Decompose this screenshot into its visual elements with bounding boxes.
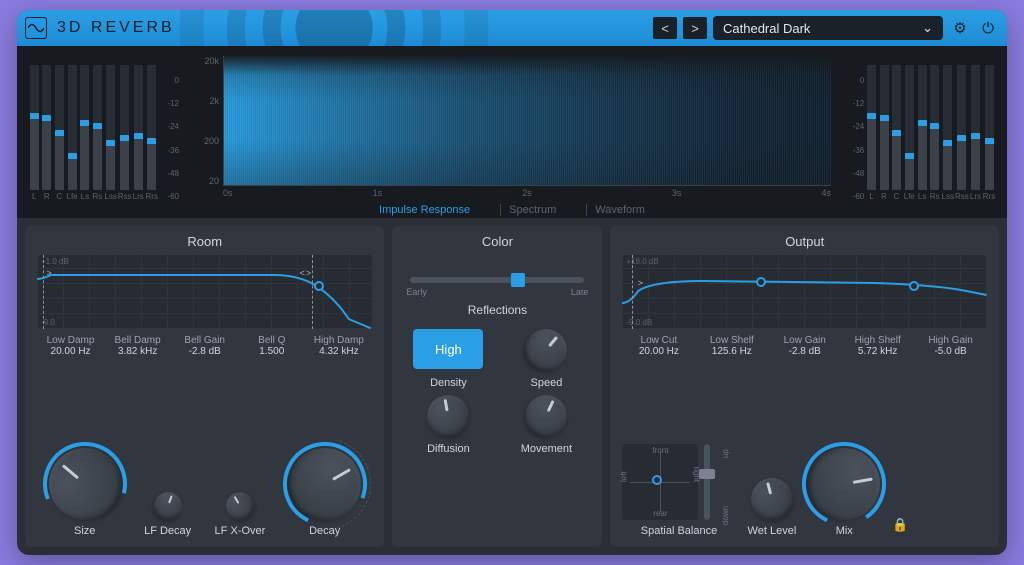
power-icon: ⏻ xyxy=(982,20,994,37)
power-button[interactable]: ⏻ xyxy=(977,17,999,39)
preset-next-button[interactable]: > xyxy=(683,17,707,39)
tab-impulse-response[interactable]: Impulse Response xyxy=(371,204,478,216)
param-low-cut[interactable]: Low Cut20.00 Hz xyxy=(622,335,695,357)
plugin-window: 3D REVERB < > Cathedral Dark ⌄ ⚙ ⏻ LRCLf… xyxy=(17,10,1007,555)
controls-area: Room +1.0 dB -9.0 > <> Low Damp20.00 HzB… xyxy=(17,218,1007,555)
meter-lrs: Lrs xyxy=(970,65,981,201)
size-knob[interactable] xyxy=(34,433,135,534)
meter-lfe: Lfe xyxy=(67,65,78,201)
meter-rs: Rs xyxy=(929,65,940,201)
output-handle-high[interactable] xyxy=(909,281,919,291)
param-low-shelf[interactable]: Low Shelf125.6 Hz xyxy=(695,335,768,357)
meter-rrs: Rrs xyxy=(146,65,158,201)
diffusion-label: Diffusion xyxy=(427,443,470,455)
lock-icon: 🔒 xyxy=(892,517,908,532)
gear-icon: ⚙ xyxy=(953,19,966,37)
meter-l: L xyxy=(29,65,40,201)
spectro-x-axis: 0s1s2s3s4s xyxy=(223,188,831,198)
diffusion-knob[interactable] xyxy=(424,392,473,441)
decay-label: Decay xyxy=(309,525,340,537)
param-low-damp[interactable]: Low Damp20.00 Hz xyxy=(37,335,104,357)
movement-label: Movement xyxy=(521,443,572,455)
header-bar: 3D REVERB < > Cathedral Dark ⌄ ⚙ ⏻ xyxy=(17,10,1007,46)
output-filter-graph[interactable]: +18.0 dB -9.0 dB > xyxy=(622,255,987,329)
wet-level-label: Wet Level xyxy=(748,525,797,537)
lf-decay-knob[interactable] xyxy=(150,488,186,524)
meter-c: C xyxy=(891,65,902,201)
param-high-shelf[interactable]: High Shelf5.72 kHz xyxy=(841,335,914,357)
lf-xover-label: LF X-Over xyxy=(215,525,266,537)
param-high-damp[interactable]: High Damp4.32 kHz xyxy=(305,335,372,357)
preset-name: Cathedral Dark xyxy=(723,21,810,36)
room-filter-graph[interactable]: +1.0 dB -9.0 > <> xyxy=(37,255,372,329)
reflections-high-button[interactable]: High xyxy=(413,329,483,369)
meter-lss: Lss xyxy=(105,65,117,201)
meter-r: R xyxy=(42,65,53,201)
room-graph-handle[interactable] xyxy=(314,281,324,291)
param-bell-damp[interactable]: Bell Damp3.82 kHz xyxy=(104,335,171,357)
meter-rss: Rss xyxy=(119,65,131,201)
early-label: Early xyxy=(406,287,427,297)
meter-ls: Ls xyxy=(917,65,928,201)
color-title: Color xyxy=(404,234,590,249)
meter-lrs: Lrs xyxy=(133,65,144,201)
logo-icon xyxy=(25,17,47,39)
mix-knob[interactable] xyxy=(803,442,886,525)
wet-level-knob[interactable] xyxy=(746,473,797,524)
speed-knob[interactable] xyxy=(517,320,576,379)
plugin-title: 3D REVERB xyxy=(57,19,175,37)
lf-xover-knob[interactable] xyxy=(221,487,259,525)
param-bell-q[interactable]: Bell Q1.500 xyxy=(238,335,305,357)
settings-button[interactable]: ⚙ xyxy=(949,17,971,39)
output-meters: 0-12-24-36-48-60LRCLfeLsRsLssRssLrsRrs xyxy=(845,56,995,201)
speed-label: Speed xyxy=(531,377,563,389)
movement-knob[interactable] xyxy=(519,388,575,444)
visualization-area: LRCLfeLsRsLssRssLrsRrs0-12-24-36-48-60 2… xyxy=(17,46,1007,218)
preset-dropdown[interactable]: Cathedral Dark ⌄ xyxy=(713,16,943,40)
meter-lss: Lss xyxy=(942,65,954,201)
room-panel: Room +1.0 dB -9.0 > <> Low Damp20.00 HzB… xyxy=(25,226,384,547)
lf-decay-label: LF Decay xyxy=(144,525,191,537)
chevron-down-icon: ⌄ xyxy=(922,20,933,36)
spectro-y-axis: 20k2k20020 xyxy=(193,56,223,186)
color-panel: Color Early Late Reflections High Densit… xyxy=(392,226,602,547)
meter-r: R xyxy=(879,65,890,201)
meter-rss: Rss xyxy=(956,65,968,201)
meter-lfe: Lfe xyxy=(904,65,915,201)
size-label: Size xyxy=(74,525,95,537)
mix-lock-button[interactable]: 🔒 xyxy=(892,517,908,533)
output-panel: Output +18.0 dB -9.0 dB > Low Cut20.00 H… xyxy=(610,226,999,547)
reflections-label: Reflections xyxy=(404,303,590,317)
input-meters: LRCLfeLsRsLssRssLrsRrs0-12-24-36-48-60 xyxy=(29,56,179,201)
tab-spectrum[interactable]: Spectrum xyxy=(500,204,564,216)
preset-prev-button[interactable]: < xyxy=(653,17,677,39)
output-title: Output xyxy=(622,234,987,249)
output-handle-low[interactable] xyxy=(756,277,766,287)
param-bell-gain[interactable]: Bell Gain-2.8 dB xyxy=(171,335,238,357)
meter-rs: Rs xyxy=(92,65,103,201)
meter-c: C xyxy=(54,65,65,201)
room-title: Room xyxy=(37,234,372,249)
meter-l: L xyxy=(866,65,877,201)
late-label: Late xyxy=(571,287,589,297)
param-low-gain[interactable]: Low Gain-2.8 dB xyxy=(768,335,841,357)
spatial-height-slider[interactable] xyxy=(704,444,710,520)
tab-waveform[interactable]: Waveform xyxy=(586,204,653,216)
spectrogram-display[interactable] xyxy=(223,56,831,186)
density-label: Density xyxy=(430,377,467,389)
mix-label: Mix xyxy=(836,525,853,537)
param-high-gain[interactable]: High Gain-5.0 dB xyxy=(914,335,987,357)
meter-ls: Ls xyxy=(80,65,91,201)
spatial-xy-pad[interactable]: front rear left right xyxy=(622,444,698,520)
early-late-slider[interactable] xyxy=(410,277,584,283)
spatial-balance-label: Spatial Balance xyxy=(641,525,717,537)
meter-rrs: Rrs xyxy=(983,65,995,201)
